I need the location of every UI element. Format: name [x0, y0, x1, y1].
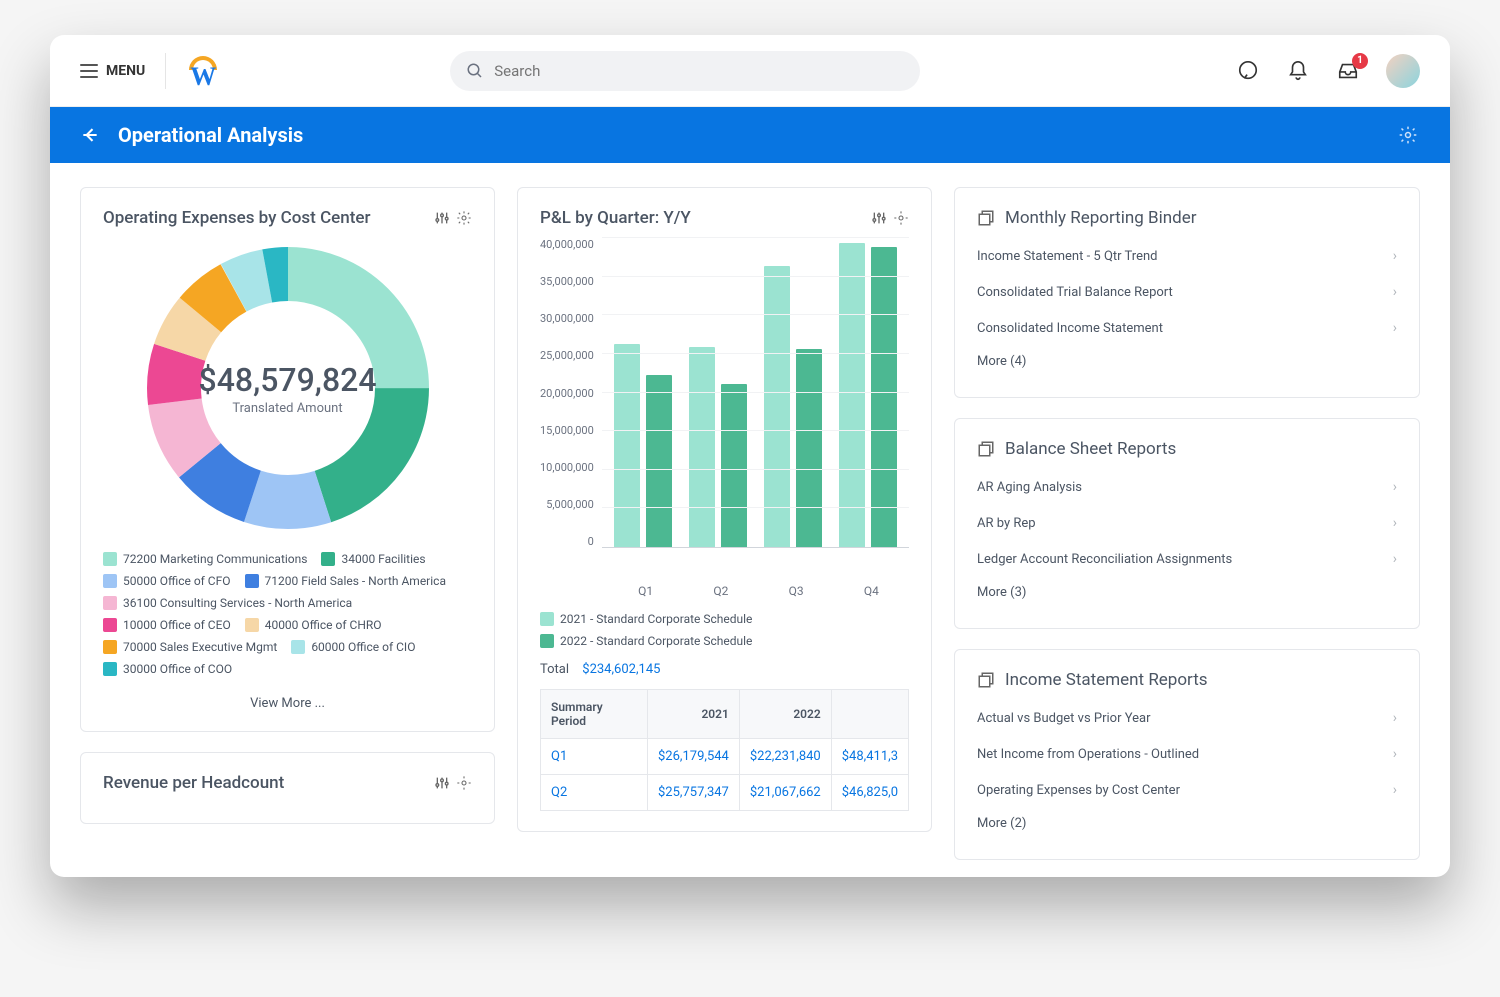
legend-item[interactable]: 2021 - Standard Corporate Schedule	[540, 612, 909, 626]
donut-card: Operating Expenses by Cost Center	[80, 187, 495, 732]
binder-more[interactable]: More (4)	[977, 346, 1397, 377]
legend-item[interactable]: 2022 - Standard Corporate Schedule	[540, 634, 909, 648]
table-row[interactable]: Q2$25,757,347$21,067,662$46,825,0	[541, 775, 909, 811]
income-more[interactable]: More (2)	[977, 808, 1397, 839]
list-item[interactable]: Actual vs Budget vs Prior Year›	[977, 700, 1397, 736]
gear-icon[interactable]	[456, 210, 472, 226]
list-item[interactable]: AR Aging Analysis›	[977, 469, 1397, 505]
bar-group[interactable]	[614, 344, 672, 547]
donut-chart[interactable]: $48,579,824 Translated Amount	[138, 238, 438, 538]
workday-logo[interactable]: W	[186, 54, 220, 88]
legend-item[interactable]: 36100 Consulting Services - North Americ…	[103, 596, 352, 610]
donut-sublabel: Translated Amount	[232, 401, 342, 416]
bar-group[interactable]	[839, 243, 897, 547]
balance-title: Balance Sheet Reports	[1005, 439, 1176, 459]
binder-title: Monthly Reporting Binder	[1005, 208, 1196, 228]
donut-legend: 72200 Marketing Communications 34000 Faci…	[103, 552, 472, 676]
legend-item[interactable]: 30000 Office of COO	[103, 662, 232, 676]
donut-title: Operating Expenses by Cost Center	[103, 208, 371, 228]
balance-card: Balance Sheet Reports AR Aging Analysis›…	[954, 418, 1420, 629]
legend-item[interactable]: 40000 Office of CHRO	[245, 618, 382, 632]
gear-icon[interactable]	[893, 210, 909, 226]
page-title: Operational Analysis	[118, 123, 303, 147]
search-input[interactable]	[494, 62, 904, 80]
view-more-link[interactable]: View More ...	[103, 696, 472, 711]
pnl-card: P&L by Quarter: Y/Y 40,000,00035,000,000…	[517, 187, 932, 832]
total-value[interactable]: $234,602,145	[582, 662, 660, 677]
list-item[interactable]: Income Statement - 5 Qtr Trend›	[977, 238, 1397, 274]
legend-item[interactable]: 71200 Field Sales - North America	[245, 574, 446, 588]
page-header: Operational Analysis	[50, 107, 1450, 163]
income-card: Income Statement Reports Actual vs Budge…	[954, 649, 1420, 860]
stack-icon	[977, 440, 995, 458]
list-item[interactable]: Consolidated Income Statement›	[977, 310, 1397, 346]
total-label: Total	[540, 662, 569, 677]
list-item[interactable]: Net Income from Operations - Outlined›	[977, 736, 1397, 772]
legend-item[interactable]: 10000 Office of CEO	[103, 618, 231, 632]
legend-item[interactable]: 70000 Sales Executive Mgmt	[103, 640, 277, 654]
inbox-icon[interactable]: 1	[1336, 59, 1360, 83]
stack-icon	[977, 209, 995, 227]
balance-more[interactable]: More (3)	[977, 577, 1397, 608]
search-box[interactable]	[450, 51, 920, 91]
bar-group[interactable]	[764, 266, 822, 547]
bell-icon[interactable]	[1286, 59, 1310, 83]
gear-icon[interactable]	[456, 775, 472, 791]
legend-item[interactable]: 50000 Office of CFO	[103, 574, 231, 588]
legend-item[interactable]: 34000 Facilities	[321, 552, 425, 566]
list-item[interactable]: Operating Expenses by Cost Center›	[977, 772, 1397, 808]
list-item[interactable]: AR by Rep›	[977, 505, 1397, 541]
revenue-title: Revenue per Headcount	[103, 773, 284, 793]
bar-group[interactable]	[689, 347, 747, 547]
pnl-title: P&L by Quarter: Y/Y	[540, 208, 691, 228]
search-icon	[466, 62, 484, 80]
inbox-badge: 1	[1352, 53, 1368, 69]
table-row[interactable]: Q1$26,179,544$22,231,840$48,411,3	[541, 739, 909, 775]
donut-total: $48,579,824	[199, 361, 377, 399]
sliders-icon[interactable]	[434, 775, 450, 791]
page-settings-icon[interactable]	[1396, 123, 1420, 147]
sliders-icon[interactable]	[871, 210, 887, 226]
legend-item[interactable]: 72200 Marketing Communications	[103, 552, 307, 566]
revenue-card: Revenue per Headcount	[80, 752, 495, 824]
avatar[interactable]	[1386, 54, 1420, 88]
summary-table: Summary Period20212022 Q1$26,179,544$22,…	[540, 689, 909, 811]
list-item[interactable]: Ledger Account Reconciliation Assignment…	[977, 541, 1397, 577]
back-arrow-icon[interactable]	[80, 125, 100, 145]
menu-button[interactable]: MENU	[80, 63, 145, 79]
income-title: Income Statement Reports	[1005, 670, 1208, 690]
chat-icon[interactable]	[1236, 59, 1260, 83]
binder-card: Monthly Reporting Binder Income Statemen…	[954, 187, 1420, 398]
topbar: MENU W 1	[50, 35, 1450, 107]
divider	[165, 53, 166, 89]
legend-item[interactable]: 60000 Office of CIO	[291, 640, 415, 654]
stack-icon	[977, 671, 995, 689]
sliders-icon[interactable]	[434, 210, 450, 226]
bar-chart[interactable]: 40,000,00035,000,00030,000,00025,000,000…	[540, 238, 909, 578]
hamburger-icon	[80, 64, 98, 78]
menu-label: MENU	[106, 63, 145, 79]
list-item[interactable]: Consolidated Trial Balance Report›	[977, 274, 1397, 310]
